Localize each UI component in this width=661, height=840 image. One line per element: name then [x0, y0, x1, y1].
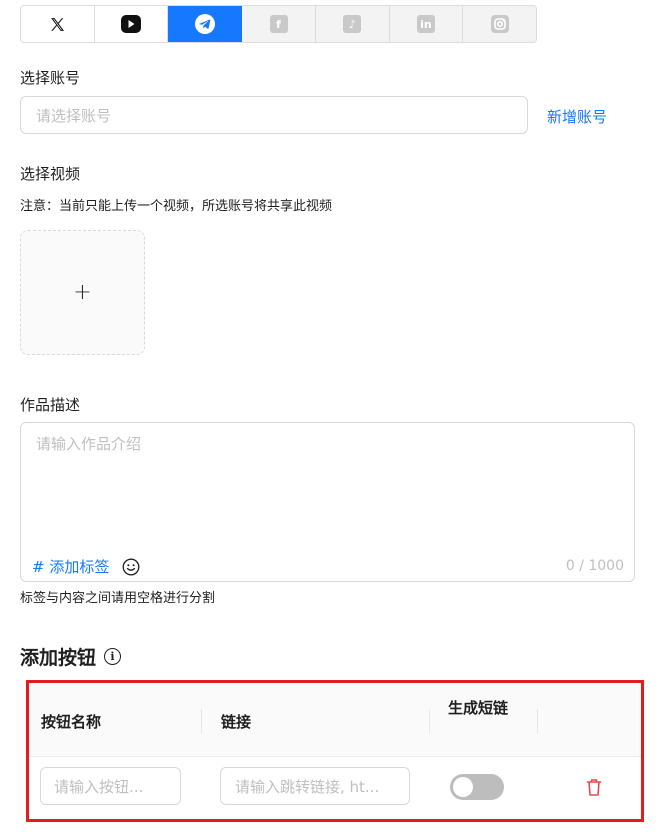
info-icon[interactable]: i	[104, 648, 122, 665]
tag-hint: 标签与内容之间请用空格进行分割	[20, 591, 216, 606]
platform-tabs: f ♪ in	[20, 5, 537, 43]
account-label: 选择账号	[20, 69, 81, 87]
telegram-icon	[194, 14, 215, 34]
delete-icon[interactable]	[585, 777, 603, 797]
toggle-knob	[453, 777, 473, 797]
x-icon	[50, 17, 64, 31]
video-upload[interactable]: +	[20, 230, 145, 355]
video-note: 注意：当前只能上传一个视频，所选账号将共享此视频	[20, 199, 333, 214]
buttons-table: 按钮名称 链接 生成短链 请输入按钮... 请输入跳转链接, ht...	[26, 680, 644, 822]
buttons-table-header: 按钮名称 链接 生成短链	[29, 683, 641, 757]
youtube-icon	[121, 15, 142, 33]
column-divider	[429, 709, 430, 733]
character-counter: 0 / 1000	[565, 558, 624, 574]
button-link-placeholder: 请输入跳转链接, ht...	[235, 777, 380, 796]
video-label: 选择视频	[20, 165, 81, 183]
facebook-icon: f	[269, 15, 288, 33]
column-button-name: 按钮名称	[41, 713, 102, 731]
column-divider	[201, 709, 202, 733]
linkedin-icon: in	[416, 15, 435, 33]
account-select-placeholder: 请选择账号	[36, 106, 112, 125]
add-buttons-title: 添加按钮 i	[20, 643, 122, 670]
column-link: 链接	[221, 713, 252, 731]
column-short-link: 生成短链	[448, 699, 509, 717]
description-textarea[interactable]: 请输入作品介绍 # 添加标签 0 / 1000	[20, 422, 635, 582]
button-link-input[interactable]: 请输入跳转链接, ht...	[220, 767, 410, 805]
add-buttons-title-text: 添加按钮	[20, 647, 97, 669]
short-link-toggle[interactable]	[450, 774, 504, 800]
tab-linkedin[interactable]: in	[389, 6, 464, 42]
tab-instagram[interactable]	[463, 6, 536, 42]
description-label: 作品描述	[20, 396, 81, 414]
tab-facebook[interactable]: f	[242, 6, 316, 42]
instagram-icon	[490, 15, 509, 33]
add-account-button[interactable]: 新增账号	[547, 106, 607, 127]
button-name-placeholder: 请输入按钮...	[54, 777, 144, 796]
description-placeholder: 请输入作品介绍	[36, 435, 142, 453]
tiktok-icon: ♪	[343, 15, 362, 33]
tab-tiktok[interactable]: ♪	[315, 6, 390, 42]
plus-icon: +	[73, 280, 92, 305]
smiley-icon[interactable]	[122, 558, 140, 576]
tab-telegram[interactable]	[168, 6, 243, 42]
account-select[interactable]: 请选择账号	[20, 96, 528, 134]
tab-youtube[interactable]	[94, 6, 169, 42]
tab-x[interactable]	[21, 6, 95, 42]
add-tag-button[interactable]: # 添加标签	[32, 556, 109, 577]
column-divider	[537, 709, 538, 733]
button-name-input[interactable]: 请输入按钮...	[40, 767, 181, 805]
